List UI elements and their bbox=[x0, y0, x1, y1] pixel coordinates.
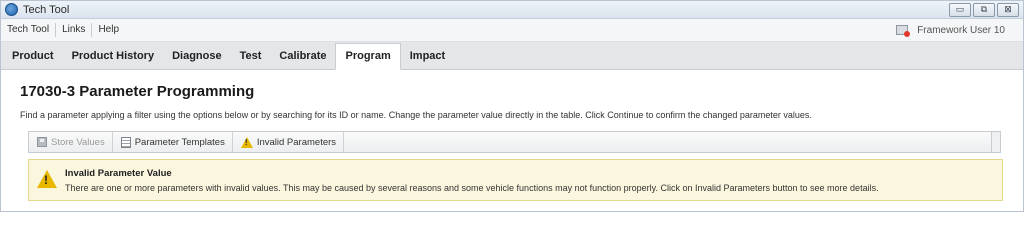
instructions-text: Find a parameter applying a filter using… bbox=[20, 110, 812, 120]
menu-help[interactable]: Help bbox=[92, 19, 125, 41]
alert-title: Invalid Parameter Value bbox=[65, 168, 172, 179]
main-content: 17030-3 Parameter Programming Find a par… bbox=[1, 83, 1023, 201]
parameter-templates-label: Parameter Templates bbox=[134, 136, 225, 148]
warning-icon: ! bbox=[37, 170, 57, 188]
store-values-button[interactable]: Store Values bbox=[29, 132, 113, 152]
alert-message: There are one or more parameters with in… bbox=[65, 183, 879, 193]
menu-links[interactable]: Links bbox=[56, 19, 91, 41]
tab-product-history[interactable]: Product History bbox=[63, 44, 164, 69]
tab-diagnose[interactable]: Diagnose bbox=[163, 44, 231, 69]
window-title: Tech Tool bbox=[23, 3, 70, 16]
window-controls: ▭ ⧉ ⊠ bbox=[949, 3, 1019, 17]
tab-impact[interactable]: Impact bbox=[401, 44, 454, 69]
invalid-parameters-label: Invalid Parameters bbox=[256, 136, 337, 148]
user-name: Framework User 10 bbox=[917, 24, 1005, 36]
page-title: 17030-3 Parameter Programming bbox=[20, 83, 255, 100]
parameter-toolbar: Store Values Parameter Templates ! Inval… bbox=[28, 131, 1001, 153]
close-button[interactable]: ⊠ bbox=[997, 3, 1019, 17]
menu-tech-tool[interactable]: Tech Tool bbox=[1, 19, 55, 41]
menu-bar: Tech Tool Links Help Framework User 10 bbox=[1, 19, 1023, 42]
tech-tool-app-icon bbox=[5, 3, 18, 16]
warning-icon: ! bbox=[240, 136, 253, 148]
restore-button[interactable]: ⧉ bbox=[973, 3, 995, 17]
tab-test[interactable]: Test bbox=[231, 44, 271, 69]
tab-program[interactable]: Program bbox=[335, 43, 401, 70]
save-icon bbox=[37, 137, 47, 147]
tab-calibrate[interactable]: Calibrate bbox=[270, 44, 335, 69]
toolbar-scrollbar[interactable] bbox=[991, 131, 1001, 153]
store-values-label: Store Values bbox=[51, 136, 105, 148]
user-area: Framework User 10 bbox=[896, 19, 1005, 41]
invalid-parameter-alert: ! Invalid Parameter Value There are one … bbox=[28, 159, 1003, 201]
template-icon bbox=[120, 136, 131, 148]
user-status-icon[interactable] bbox=[896, 24, 911, 37]
tech-tool-window: Tech Tool ▭ ⧉ ⊠ Tech Tool Links Help Fra… bbox=[0, 0, 1024, 212]
parameter-templates-button[interactable]: Parameter Templates bbox=[113, 132, 233, 152]
minimize-button[interactable]: ▭ bbox=[949, 3, 971, 17]
title-bar: Tech Tool ▭ ⧉ ⊠ bbox=[1, 1, 1023, 19]
tab-product[interactable]: Product bbox=[3, 44, 63, 69]
main-tabs: Product Product History Diagnose Test Ca… bbox=[1, 42, 1023, 70]
invalid-parameters-button[interactable]: ! Invalid Parameters bbox=[233, 132, 345, 152]
